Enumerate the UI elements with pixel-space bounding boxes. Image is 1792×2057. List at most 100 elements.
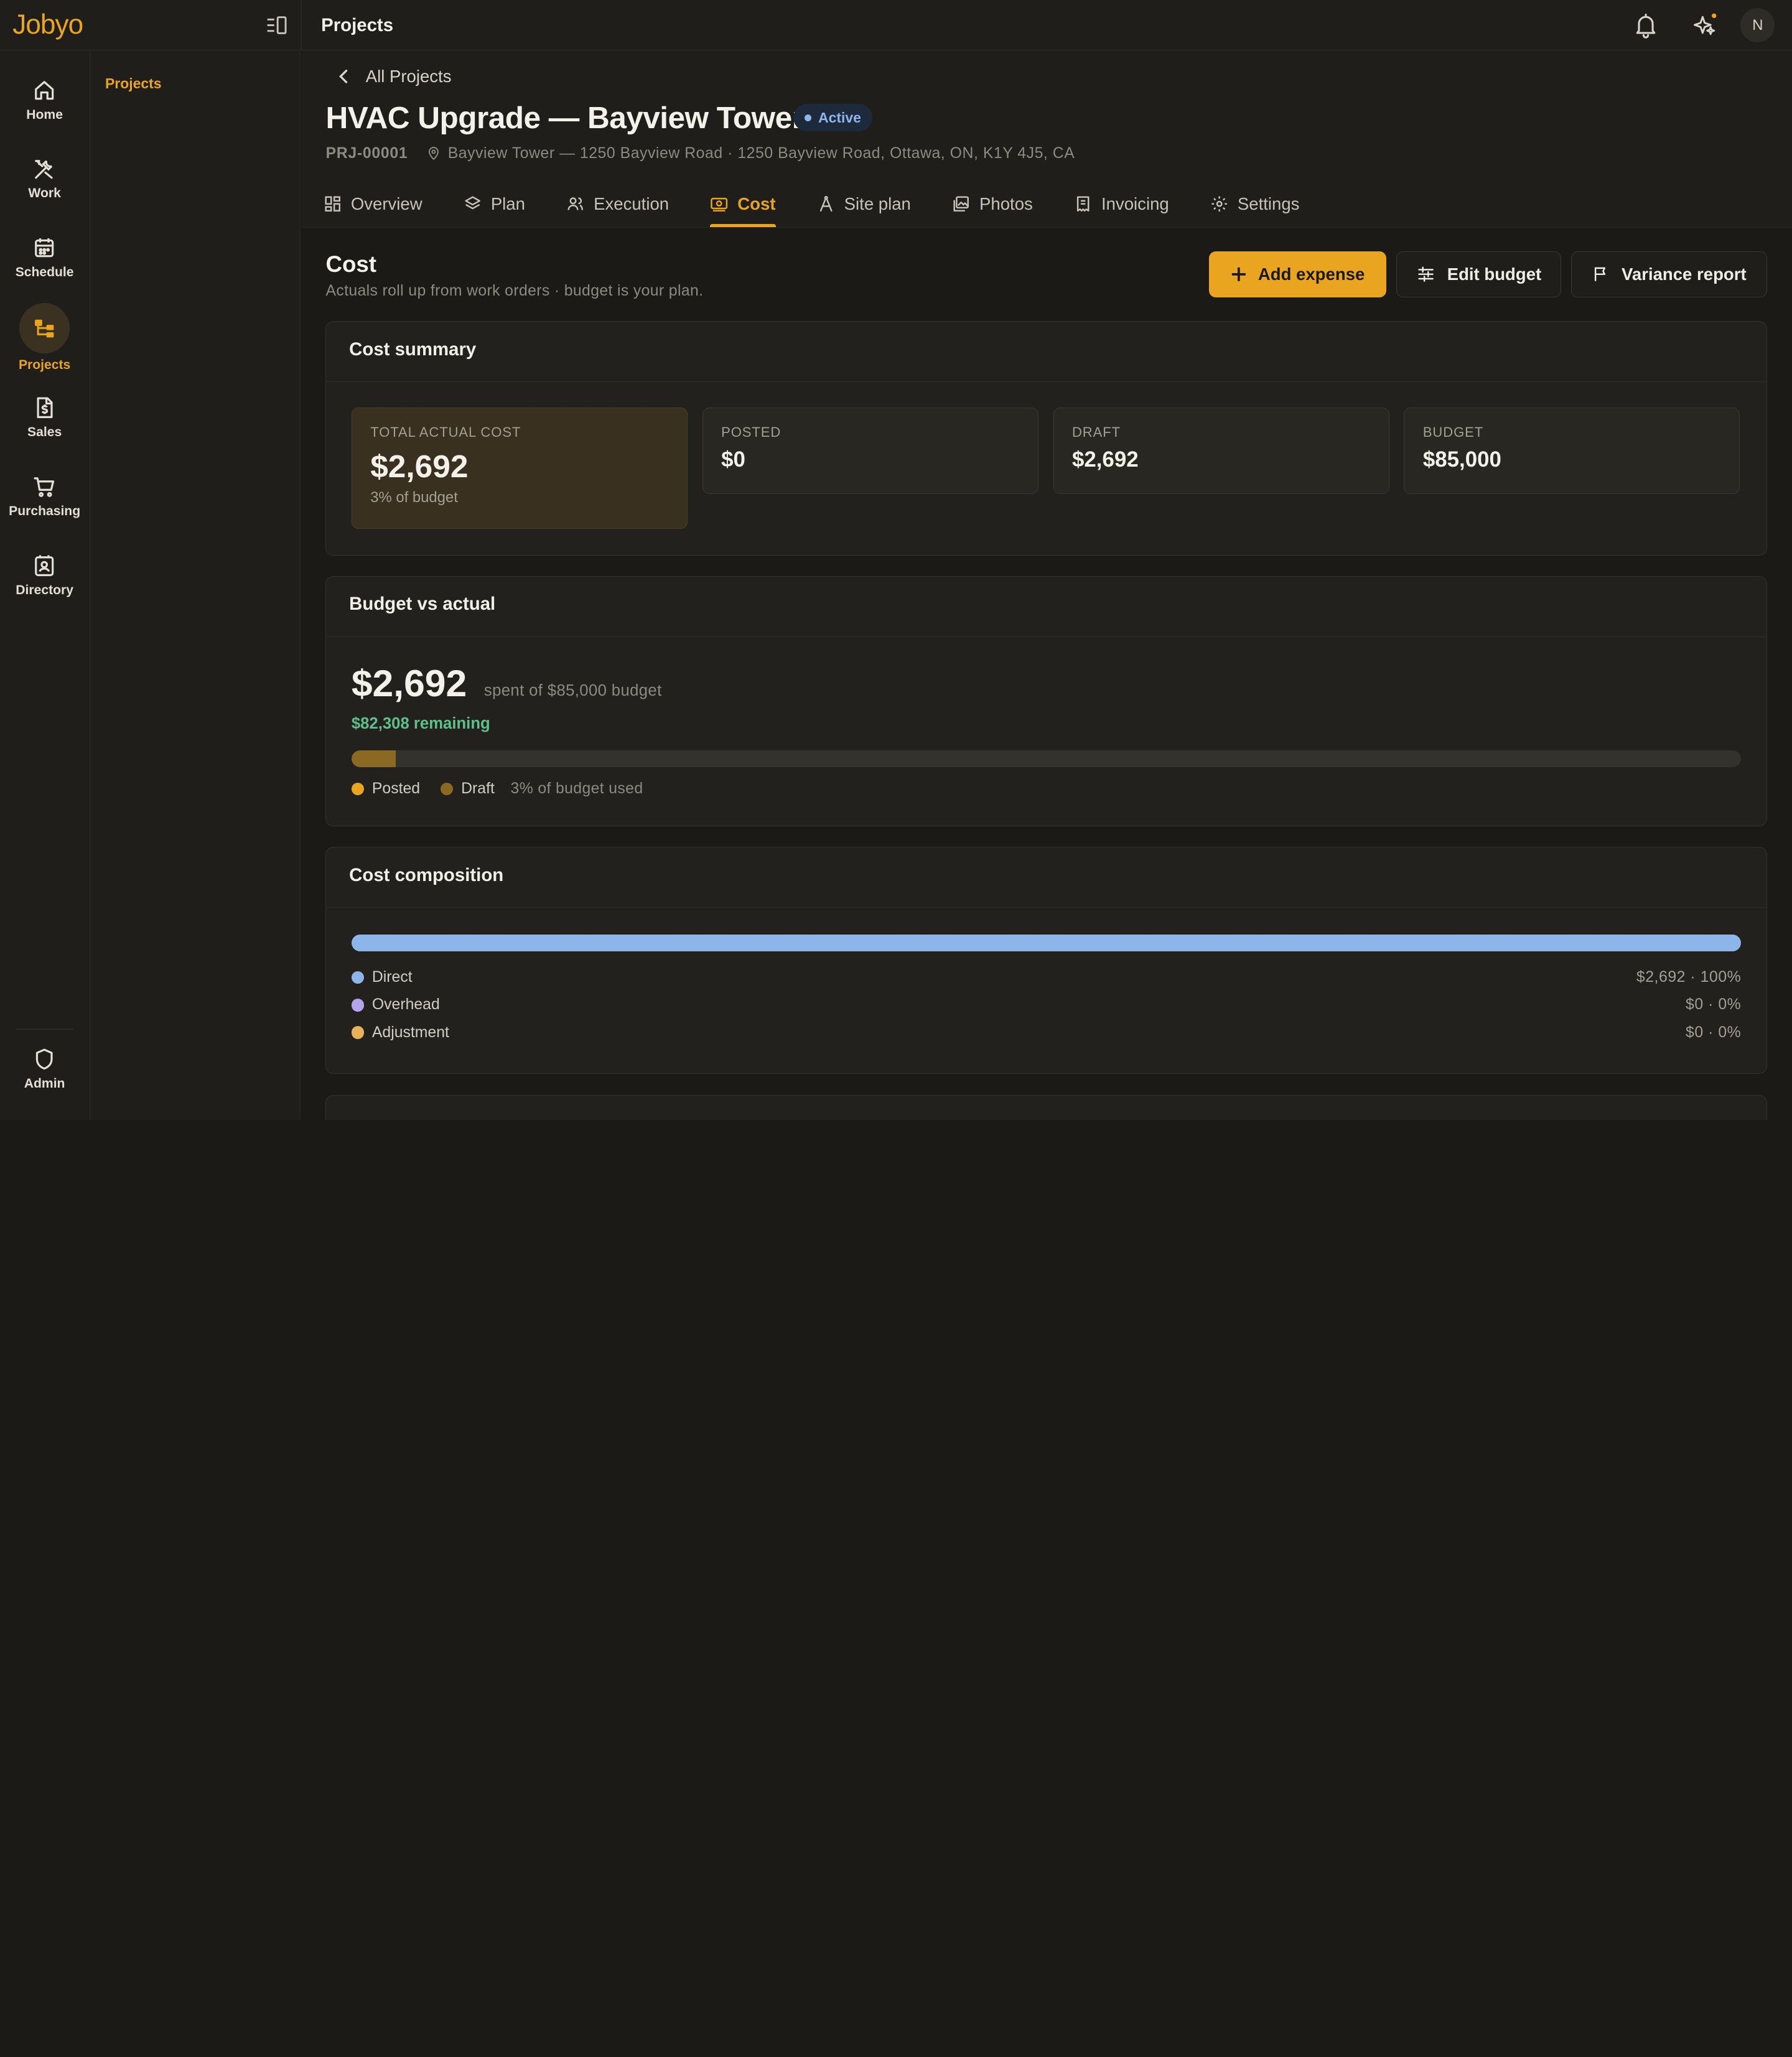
composition-row-direct: Direct $2,692 · 100% [351,966,1741,989]
photos-icon [953,196,969,212]
budget-legend: Posted Draft 3% of budget used [351,780,643,798]
rail-item-admin[interactable]: Admin [0,1047,89,1091]
composition-label: Direct [371,969,413,986]
shield-icon [36,1048,54,1070]
project-meta: PRJ-00001 Bayview Tower — 1250 Bayview R… [325,145,1075,162]
legend-dot [351,971,365,984]
rail-label: Projects [18,357,71,372]
variance-report-button[interactable]: Variance report [1571,251,1767,297]
status-badge: Active [793,104,873,132]
stat-label: POSTED [721,424,782,440]
stat-draft: DRAFT $2,692 [1053,407,1389,495]
page-title: Projects [321,14,394,35]
section-title: Cost [325,251,377,278]
contacts-icon [35,555,54,576]
tab-label: Site plan [844,194,911,213]
stat-value: $85,000 [1422,447,1501,472]
subnav-item-projects[interactable]: Projects [105,75,162,92]
money-icon [711,198,728,212]
tab-label: Execution [594,194,670,213]
rail-item-sales[interactable]: Sales [0,395,89,440]
tools-icon [35,159,54,179]
layers-icon [465,196,480,210]
spent-of-budget: spent of $85,000 budget [483,681,662,699]
tab-cost[interactable]: Cost [710,180,777,228]
app-root: Jobyo Projects N Home Work Schedule Proj… [0,0,1792,1120]
top-bar: Jobyo Projects N [0,0,1792,50]
stat-value: $0 [721,447,745,472]
tab-execution[interactable]: Execution [566,180,669,227]
cost-composition-card: Cost composition Direct $2,692 · 100% Ov… [325,846,1767,1075]
rail-item-purchasing[interactable]: Purchasing [0,474,89,519]
rail-label: Directory [16,582,73,597]
budget-progress-bar [351,750,1742,768]
tab-site-plan[interactable]: Site plan [817,180,911,227]
rail-item-projects[interactable]: Projects [0,302,89,373]
location-pin-icon [428,147,439,161]
cart-icon [34,477,55,498]
composition-value: $0 · 0% [1686,1024,1742,1041]
tab-plan[interactable]: Plan [464,180,525,227]
legend-dot [351,782,365,795]
back-link[interactable]: All Projects [336,66,452,86]
home-icon [35,81,54,100]
tab-label: Plan [490,194,525,213]
status-dot [805,114,812,121]
stat-label: TOTAL ACTUAL COST [370,424,521,440]
project-header: All Projects HVAC Upgrade — Bayview Towe… [301,50,1792,228]
rail-item-schedule[interactable]: Schedule [0,235,89,280]
edit-budget-button[interactable]: Edit budget [1396,251,1561,297]
stat-label: DRAFT [1071,424,1121,440]
legend-dot [351,999,365,1012]
rail-label: Admin [24,1076,65,1091]
tab-overview[interactable]: Overview [324,180,422,227]
tab-invoicing[interactable]: Invoicing [1074,180,1169,227]
tab-label: Settings [1237,194,1300,213]
card-title: Cost composition [326,847,1766,908]
calendar-icon [35,238,54,258]
legend-dot [441,782,454,795]
tab-label: Photos [979,194,1033,213]
remaining-amount: $82,308 remaining [351,714,490,732]
invoice-dollar-icon [37,397,54,419]
people-icon [567,197,583,210]
rail-label: Home [26,107,63,122]
legend-label: Draft [461,780,495,797]
composition-row-overhead: Overhead $0 · 0% [351,994,1742,1017]
add-expense-button[interactable]: Add expense [1209,251,1386,297]
projects-icon [35,319,54,338]
stat-total-actual: TOTAL ACTUAL COST $2,692 3% of budget [351,407,688,529]
app-logo[interactable]: Jobyo [12,9,83,40]
stat-note: 3% of budget [370,488,458,506]
rail-item-home[interactable]: Home [0,78,89,123]
card-title: Cost summary [326,322,1766,383]
sliders-icon [1418,266,1434,282]
receipt-icon [1076,196,1090,212]
compass-icon [819,195,833,212]
composition-bar [351,934,1742,952]
tab-settings[interactable]: Settings [1210,180,1300,227]
sidebar-toggle-icon[interactable] [265,15,288,35]
legend-posted: Posted [351,780,420,798]
tab-photos[interactable]: Photos [952,180,1033,227]
budget-vs-actual-card: Budget vs actual $2,692 spent of $85,000… [325,576,1767,826]
rail-item-work[interactable]: Work [0,157,89,202]
tab-label: Invoicing [1101,194,1169,213]
sparkle-ai-icon[interactable] [1691,11,1719,39]
bell-icon[interactable] [1632,11,1659,39]
chevron-left-icon [338,69,348,83]
project-address: Bayview Tower — 1250 Bayview Road · 1250… [447,145,1075,162]
composition-label: Overhead [371,996,440,1014]
rail-item-directory[interactable]: Directory [0,553,89,598]
stat-label: BUDGET [1422,424,1484,440]
rail-label: Work [28,186,61,201]
stat-value: $2,692 [370,447,469,484]
back-link-label: All Projects [365,66,452,86]
grid-icon [325,196,340,212]
avatar[interactable]: N [1740,7,1775,42]
rail-label: Schedule [15,265,74,280]
rail-label: Purchasing [9,503,81,518]
budget-progress-fill [351,750,396,768]
composition-value: $0 · 0% [1686,996,1742,1014]
flag-icon [1595,267,1606,281]
